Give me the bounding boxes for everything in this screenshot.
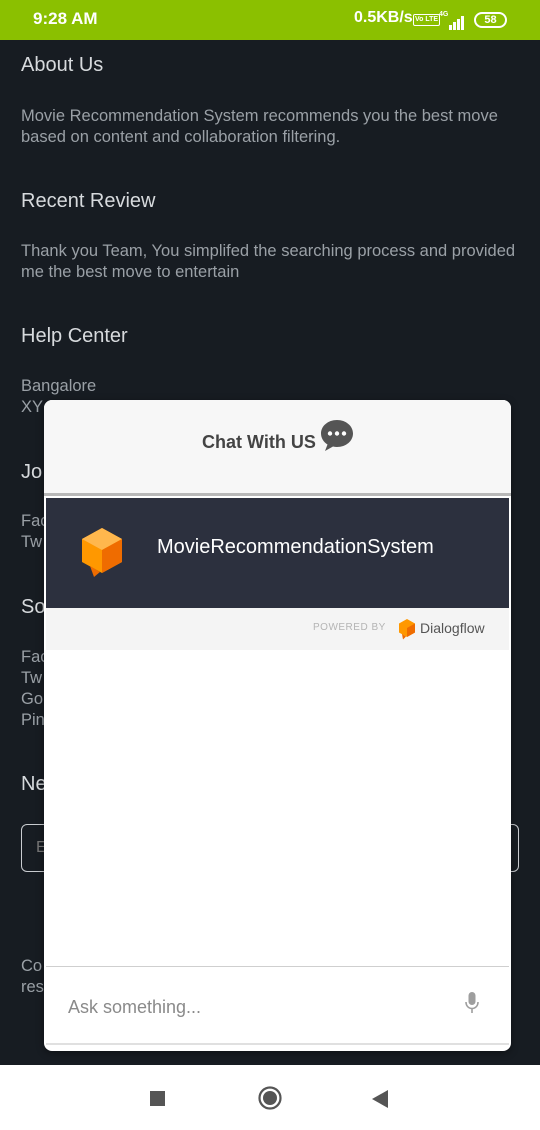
chat-bottom-divider [46,1043,509,1045]
dialogflow-logo-icon [399,619,415,640]
about-text: Movie Recommendation System recommends y… [21,107,498,146]
chat-title: Chat With US [202,432,316,452]
dialogflow-cube-icon [82,528,122,577]
circle-icon[interactable] [258,1086,282,1110]
status-time: 9:28 AM [33,9,98,28]
social-link-2[interactable]: Tw [21,669,42,688]
newsletter-heading: Ne [21,773,47,795]
about-heading: About Us [21,54,104,76]
footer-line-2: res [21,978,44,996]
system-nav-bar [0,1065,540,1130]
review-text: Thank you Team, You simplifed the search… [21,242,516,281]
join-link-2[interactable]: Tw [21,533,42,552]
agent-bar: MovieRecommendationSystem [46,498,509,608]
social-heading: So [21,596,46,618]
chat-messages-area [46,650,509,966]
volte-icon: Vo LTE [413,14,441,26]
signal-icon: 4G [439,11,467,30]
powered-by-label: POWERED BY [313,622,386,633]
square-icon[interactable] [150,1091,165,1106]
dialogflow-brand: Dialogflow [420,620,485,636]
triangle-back-icon[interactable] [371,1089,389,1109]
chat-header[interactable]: Chat With US [44,400,511,496]
chat-input-bar[interactable]: Ask something... [46,966,509,1045]
help-line-1: Bangalore [21,377,97,395]
help-heading: Help Center [21,325,128,347]
battery-icon: 58 [474,12,507,28]
network-type: 4G [439,11,449,18]
help-line-2: XY [21,398,44,416]
review-heading: Recent Review [21,190,156,212]
social-link-3[interactable]: Go [21,690,43,709]
footer-line-1: Co [21,957,43,975]
powered-by-bar: POWERED BY Dialogflow [46,608,509,650]
chat-widget: Chat With US MovieRecommendationSystem P… [44,400,511,1051]
network-speed: 0.5KB/s [354,9,413,26]
battery-level: 58 [484,14,497,26]
agent-name: MovieRecommendationSystem [157,536,434,558]
social-link-4[interactable]: Pin [21,711,45,730]
microphone-icon[interactable] [464,991,480,1015]
chat-input[interactable]: Ask something... [68,997,201,1018]
join-heading: Jo [21,461,43,483]
speech-bubble-dots-icon [321,420,353,451]
status-bar: 9:28 AM 0.5KB/s Vo LTE 4G 58 [0,0,540,40]
